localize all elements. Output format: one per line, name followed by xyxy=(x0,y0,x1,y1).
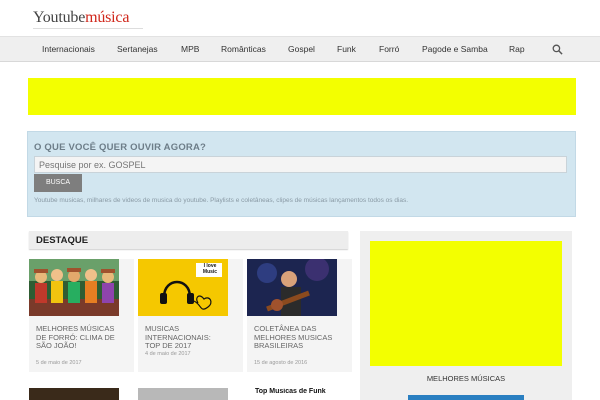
search-input[interactable] xyxy=(34,156,567,173)
card-date: 15 de agosto de 2016 xyxy=(254,360,308,366)
nav-item-gospel[interactable]: Gospel xyxy=(288,37,315,63)
ad-banner-side[interactable] xyxy=(370,241,562,366)
featured-card[interactable]: MELHORES MÚSICAS DE FORRÓ: CLIMA DE SÃO … xyxy=(29,259,119,372)
site-header: Youtubemúsica xyxy=(0,0,600,36)
card-date: 4 de maio de 2017 xyxy=(145,351,191,357)
sidebar-tab-bar[interactable] xyxy=(408,395,524,400)
card-title[interactable]: COLETÂNEA DAS MELHORES MUSICAS BRASILEIR… xyxy=(254,324,336,351)
card-title[interactable]: MUSICAS INTERNACIONAIS: TOP DE 2017 xyxy=(145,324,227,351)
site-description: Youtube musicas, milhares de videos de m… xyxy=(34,197,409,204)
nav-item-internacionais[interactable]: Internacionais xyxy=(42,37,95,63)
logo-underline xyxy=(33,28,143,29)
featured-card[interactable]: COLETÂNEA DAS MELHORES MUSICAS BRASILEIR… xyxy=(247,259,337,372)
guitarist-image xyxy=(247,259,337,316)
featured-heading: DESTAQUE xyxy=(29,231,348,249)
search-button[interactable]: BUSCA xyxy=(34,174,82,192)
ad-banner-top[interactable] xyxy=(28,78,576,115)
search-panel: O QUE VOCÊ QUER OUVIR AGORA? BUSCA Youtu… xyxy=(27,131,576,217)
logo-part-musica: música xyxy=(85,9,130,26)
nav-item-rap[interactable]: Rap xyxy=(509,37,525,63)
card-thumbnail-row2[interactable] xyxy=(138,388,228,400)
nav-item-romanticas[interactable]: Românticas xyxy=(221,37,266,63)
search-icon[interactable] xyxy=(552,44,563,55)
featured-card[interactable]: I love Music MUSICAS INTERNACIONAIS: TOP… xyxy=(138,259,228,372)
card-thumbnail[interactable] xyxy=(29,259,119,316)
card-title[interactable]: MELHORES MÚSICAS DE FORRÓ: CLIMA DE SÃO … xyxy=(36,324,118,351)
main-nav: Internacionais Sertanejas MPB Românticas… xyxy=(0,36,600,62)
logo-part-youtube: Youtube xyxy=(33,9,86,26)
forro-dancers-image xyxy=(29,259,119,316)
sidebar: MELHORES MÚSICAS xyxy=(360,231,572,400)
top-funk-label: Top Musicas de Funk xyxy=(255,388,326,395)
site-logo[interactable]: Youtubemúsica xyxy=(33,9,129,27)
card-thumbnail-row2[interactable]: Top Musicas de Funk xyxy=(247,388,337,400)
nav-item-funk[interactable]: Funk xyxy=(337,37,356,63)
nav-item-sertanejas[interactable]: Sertanejas xyxy=(117,37,158,63)
card-date: 5 de maio de 2017 xyxy=(36,360,82,366)
card-thumbnail[interactable]: I love Music xyxy=(138,259,228,316)
nav-item-mpb[interactable]: MPB xyxy=(181,37,199,63)
search-title: O QUE VOCÊ QUER OUVIR AGORA? xyxy=(34,142,207,153)
i-love-music-label: I love Music xyxy=(202,263,218,275)
nav-item-forro[interactable]: Forró xyxy=(379,37,399,63)
nav-item-pagode-samba[interactable]: Pagode e Samba xyxy=(422,37,488,63)
featured-heading-label: DESTAQUE xyxy=(36,235,89,246)
card-thumbnail[interactable] xyxy=(247,259,337,316)
card-thumbnail-row2[interactable] xyxy=(29,388,119,400)
sidebar-heading: MELHORES MÚSICAS xyxy=(426,374,506,383)
